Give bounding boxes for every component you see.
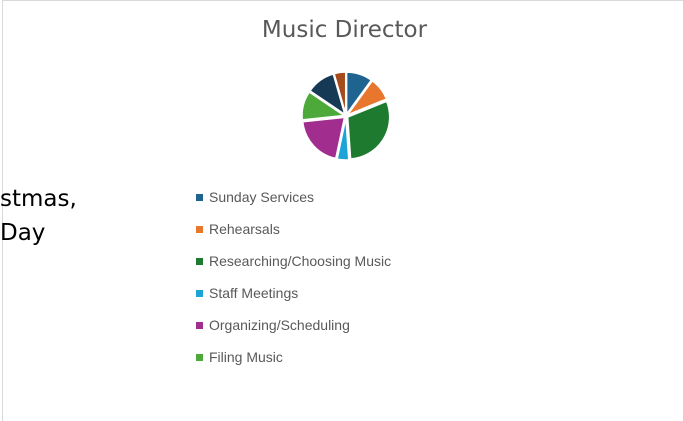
legend-item: Staff Meetings (196, 277, 391, 309)
legend-item: Organizing/Scheduling (196, 309, 391, 341)
legend-label: Researching/Choosing Music (209, 253, 392, 269)
legend-swatch (196, 257, 203, 265)
legend-label: Organizing/Scheduling (209, 317, 350, 333)
legend-label: Filing Music (209, 349, 283, 365)
chart-area: Music Director Sunday Services Rehearsals… (2, 0, 683, 421)
legend-label: Sunday Services (209, 189, 315, 205)
legend-label: Staff Meetings (209, 285, 299, 301)
legend-label: Rehearsals (209, 221, 280, 237)
slide-text-line-1: stmas, (0, 186, 77, 212)
chart-legend: Sunday Services Rehearsals Researching/Cho… (196, 181, 391, 373)
legend-swatch (196, 193, 203, 201)
chart-title: Music Director (261, 17, 428, 43)
legend-item: Sunday Services (196, 181, 391, 213)
legend-swatch (196, 289, 203, 297)
slide-body-text: stmas, Day (0, 182, 77, 250)
legend-swatch (196, 225, 203, 233)
legend-item: Rehearsals (196, 213, 391, 245)
legend-swatch (196, 321, 203, 329)
legend-swatch (196, 353, 203, 361)
legend-item: Researching/Choosing Music (196, 245, 391, 277)
pie-chart (301, 71, 391, 161)
legend-item: Filing Music (196, 341, 391, 373)
slide-text-line-2: Day (0, 220, 46, 246)
